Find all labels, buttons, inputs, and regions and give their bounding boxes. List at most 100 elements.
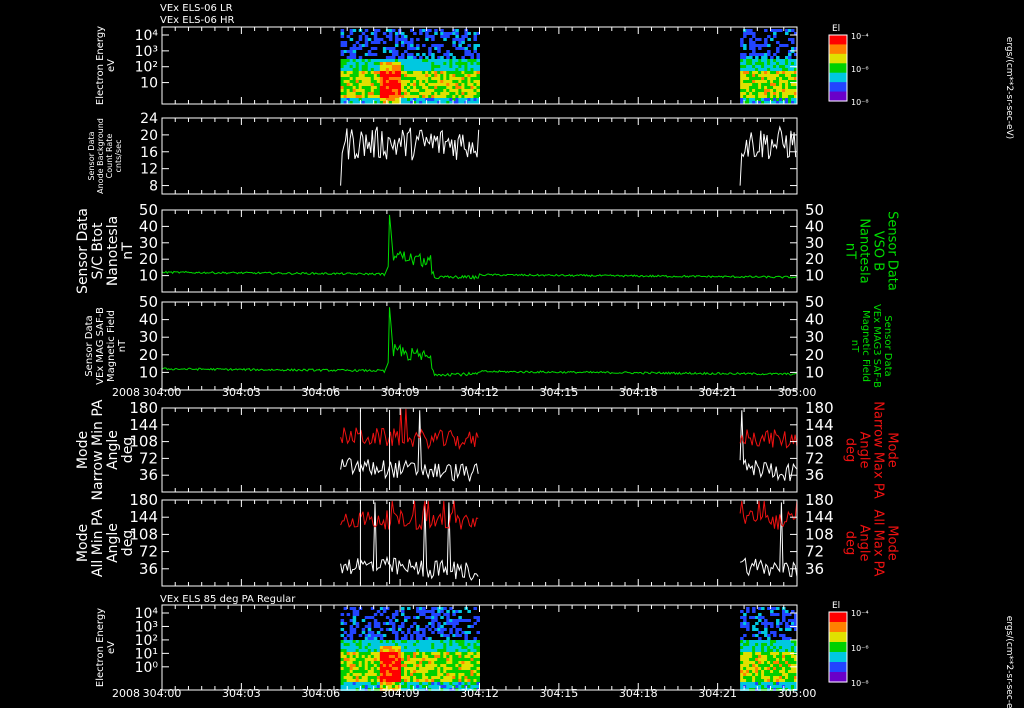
heatmap-cell bbox=[788, 56, 792, 59]
heatmap-cell bbox=[779, 68, 783, 71]
heatmap-cell bbox=[400, 65, 405, 68]
heatmap-cell bbox=[440, 80, 444, 83]
heatmap-cell bbox=[352, 92, 357, 95]
heatmap-cell bbox=[785, 92, 789, 95]
heatmap-cell bbox=[419, 86, 423, 89]
heatmap-cell bbox=[767, 673, 771, 676]
heatmap-cell bbox=[416, 98, 420, 101]
heatmap-cell bbox=[440, 634, 444, 637]
heatmap-cell bbox=[791, 649, 795, 652]
ylabel-pa_all-line: All Min PA bbox=[90, 508, 106, 577]
heatmap-cell bbox=[458, 92, 462, 95]
heatmap-cell bbox=[440, 610, 444, 613]
heatmap-cell bbox=[343, 83, 348, 86]
heatmap-cell bbox=[400, 80, 405, 83]
heatmap-cell bbox=[343, 50, 348, 53]
heatmap-cell bbox=[476, 619, 480, 622]
heatmap-cell bbox=[367, 655, 372, 658]
heatmap-cell bbox=[422, 610, 426, 613]
heatmap-cell bbox=[446, 658, 450, 661]
heatmap-cell bbox=[785, 613, 789, 616]
heatmap-cell bbox=[461, 35, 465, 38]
heatmap-cell bbox=[370, 643, 375, 646]
heatmap-cell bbox=[413, 676, 417, 679]
heatmap-cell bbox=[440, 649, 444, 652]
ytick-label-bmag1: 10 bbox=[139, 267, 158, 285]
ylabel-energy2-line: Electron Energy bbox=[95, 608, 106, 687]
heatmap-cell bbox=[779, 649, 783, 652]
heatmap-cell bbox=[743, 619, 747, 622]
heatmap-cell bbox=[758, 92, 762, 95]
heatmap-cell bbox=[446, 637, 450, 640]
heatmap-cell bbox=[773, 655, 777, 658]
heatmap-cell bbox=[749, 673, 753, 676]
heatmap-cell bbox=[434, 682, 438, 685]
heatmap-cell bbox=[404, 80, 408, 83]
heatmap-cell bbox=[476, 670, 480, 673]
heatmap-cell bbox=[346, 89, 351, 92]
heatmap-cell bbox=[349, 634, 354, 637]
header-line1: VEx ELS-06 LR bbox=[160, 3, 233, 14]
heatmap-cell bbox=[340, 65, 345, 68]
heatmap-cell bbox=[425, 89, 429, 92]
heatmap-cell bbox=[782, 682, 786, 685]
heatmap-cell bbox=[340, 98, 345, 101]
heatmap-cell bbox=[391, 670, 396, 673]
heatmap-cell bbox=[349, 646, 354, 649]
heatmap-cell bbox=[367, 664, 372, 667]
heatmap-cell bbox=[361, 655, 366, 658]
heatmap-cell bbox=[755, 86, 759, 89]
heatmap-cell bbox=[358, 56, 363, 59]
heatmap-cell bbox=[743, 676, 747, 679]
heatmap-cell bbox=[467, 74, 471, 77]
heatmap-cell bbox=[391, 643, 396, 646]
heatmap-cell bbox=[752, 634, 756, 637]
heatmap-cell bbox=[752, 625, 756, 628]
ylabel-bmag1-line: Sensor Data bbox=[75, 208, 91, 294]
heatmap-cell bbox=[355, 95, 360, 98]
heatmap-cell bbox=[352, 643, 357, 646]
heatmap-cell bbox=[343, 44, 348, 47]
heatmap-cell bbox=[410, 676, 414, 679]
heatmap-cell bbox=[746, 670, 750, 673]
heatmap-cell bbox=[758, 53, 762, 56]
heatmap-cell bbox=[767, 643, 771, 646]
heatmap-cell bbox=[749, 80, 753, 83]
heatmap-cell bbox=[764, 77, 768, 80]
heatmap-cell bbox=[373, 89, 378, 92]
heatmap-cell bbox=[373, 637, 378, 640]
heatmap-cell bbox=[473, 38, 477, 41]
rlabel-bmag1: Sensor DataVSO BNanoteslanT bbox=[843, 211, 900, 291]
heatmap-cell bbox=[746, 661, 750, 664]
heatmap-cell bbox=[743, 80, 747, 83]
heatmap-cell bbox=[758, 83, 762, 86]
heatmap-cell bbox=[352, 89, 357, 92]
heatmap-cell bbox=[761, 59, 765, 62]
heatmap-cell bbox=[770, 631, 774, 634]
series-line-pa_narrow-white bbox=[340, 410, 479, 482]
heatmap-cell bbox=[770, 80, 774, 83]
heatmap-cell bbox=[370, 658, 375, 661]
heatmap-cell bbox=[431, 83, 435, 86]
heatmap-cell bbox=[761, 676, 765, 679]
heatmap-cell bbox=[761, 661, 765, 664]
heatmap-cell bbox=[413, 649, 417, 652]
heatmap-cell bbox=[425, 56, 429, 59]
ylabel-pa_all-line: deg bbox=[120, 530, 136, 556]
heatmap-cell bbox=[779, 670, 783, 673]
heatmap-cell bbox=[388, 658, 393, 661]
heatmap-cell bbox=[349, 77, 354, 80]
heatmap-cell bbox=[758, 44, 762, 47]
ytick-label-right-pa_all: 108 bbox=[805, 525, 834, 543]
heatmap-cell bbox=[397, 38, 402, 41]
heatmap-cell bbox=[767, 71, 771, 74]
heatmap-cell bbox=[740, 637, 744, 640]
colorbar-swatch bbox=[829, 82, 847, 93]
heatmap-cell bbox=[449, 652, 453, 655]
heatmap-cell bbox=[422, 685, 426, 688]
heatmap-cell bbox=[400, 640, 405, 643]
time-tick-label: 304:09 bbox=[381, 386, 420, 399]
colorbar-label: 10⁻⁴ bbox=[851, 609, 869, 618]
heatmap-cell bbox=[400, 637, 405, 640]
rlabel-pa_narrow-line: Mode bbox=[885, 432, 900, 467]
